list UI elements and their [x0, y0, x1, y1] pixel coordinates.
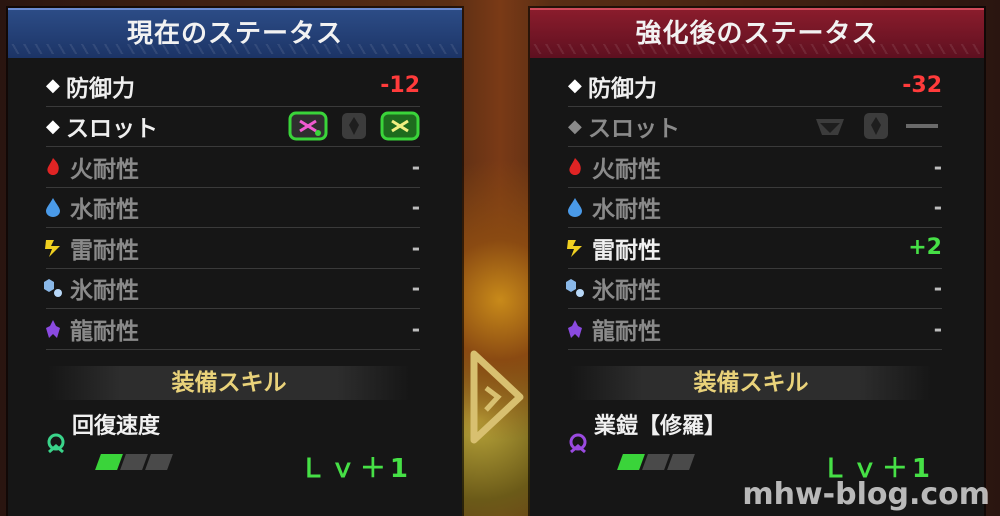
skill-name: 業鎧【修羅】: [594, 414, 727, 439]
panel-title: 強化後のステータス: [530, 8, 984, 58]
status-row-slots: ◆ スロット: [46, 107, 420, 147]
upgrade-arrow-icon: [470, 350, 524, 444]
gauge-segment: [120, 454, 148, 470]
gauge-segment: [617, 454, 645, 470]
upgraded-status-panel: 強化後のステータス ◆ 防御力 -32 ◆ スロット 火耐性 - 水耐性 - 雷耐性…: [530, 8, 984, 516]
thunder-icon: [45, 239, 60, 257]
thunder-icon: [567, 239, 582, 257]
status-list: ◆防御力 -12 ◆スロット 火耐性 - 水耐性 - 雷耐性 - 氷耐性 -: [44, 66, 420, 350]
slot-icons: [810, 111, 942, 141]
empty-slot-lv2-icon: [342, 113, 366, 140]
water-drop-icon: [568, 198, 582, 218]
status-row-fire-res: 火耐性 -: [568, 147, 942, 188]
status-row-ice-res: 氷耐性 -: [566, 269, 942, 309]
gauge-segment: [642, 454, 670, 470]
no-slot-icon: [906, 124, 938, 129]
dragon-icon: [46, 319, 60, 338]
dragon-icon: [568, 319, 582, 338]
water-drop-icon: [46, 198, 60, 218]
skill-recovery-icon: [47, 433, 65, 454]
empty-slot-lv2-icon: [864, 113, 888, 140]
decoration-slot-lv3-icon: [288, 111, 328, 141]
current-status-panel: 現在のステータス ◆ 防御力 -12 ◆ スロット 火耐性 - 水耐性 - 雷耐性 …: [8, 8, 462, 516]
status-row-fire-res: 火耐性 -: [46, 147, 420, 188]
status-row-water-res: 水耐性 -: [46, 188, 420, 228]
skill-level-gauge: [617, 454, 695, 470]
empty-slot-lv3-icon: [816, 119, 844, 136]
decoration-slot-lv1-icon: [380, 111, 420, 141]
skill-level: Ｌｖ＋1: [299, 454, 412, 484]
status-row-slots: ◆ スロット: [568, 107, 942, 147]
slot-icons: [288, 111, 420, 141]
status-row-thunder-res: 雷耐性 +2: [567, 228, 942, 269]
skill-level-gauge: [95, 454, 173, 470]
gauge-segment: [667, 454, 695, 470]
fire-icon: [47, 157, 59, 175]
diamond-icon: ◆: [46, 75, 60, 97]
watermark: mhw-blog.com: [742, 477, 990, 512]
status-row-dragon-res: 龍耐性 -: [46, 309, 420, 350]
ice-icon: [566, 279, 584, 298]
skill-section-header: 装備スキル: [570, 366, 932, 400]
status-row-ice-res: 氷耐性 -: [44, 269, 420, 309]
status-row-water-res: 水耐性 -: [568, 188, 942, 228]
status-row-dragon-res: 龍耐性 -: [568, 309, 942, 350]
diamond-icon: ◆: [568, 115, 582, 137]
status-list: ◆ 防御力 -32 ◆ スロット 火耐性 - 水耐性 - 雷耐性 +2 氷耐性 -: [566, 66, 942, 350]
skill-armor-icon: [569, 433, 587, 454]
status-row-defense: ◆ 防御力 -12: [46, 66, 420, 107]
fire-icon: [569, 157, 581, 175]
status-row-thunder-res: 雷耐性 -: [45, 228, 420, 269]
gauge-segment: [95, 454, 123, 470]
status-row-defense: ◆ 防御力 -32: [568, 66, 942, 107]
gauge-segment: [145, 454, 173, 470]
skill-section-header: 装備スキル: [48, 366, 410, 400]
diamond-icon: ◆: [46, 115, 60, 137]
ice-icon: [44, 279, 62, 298]
panel-title: 現在のステータス: [8, 8, 462, 58]
skill-name: 回復速度: [72, 414, 161, 439]
diamond-icon: ◆: [568, 75, 582, 97]
